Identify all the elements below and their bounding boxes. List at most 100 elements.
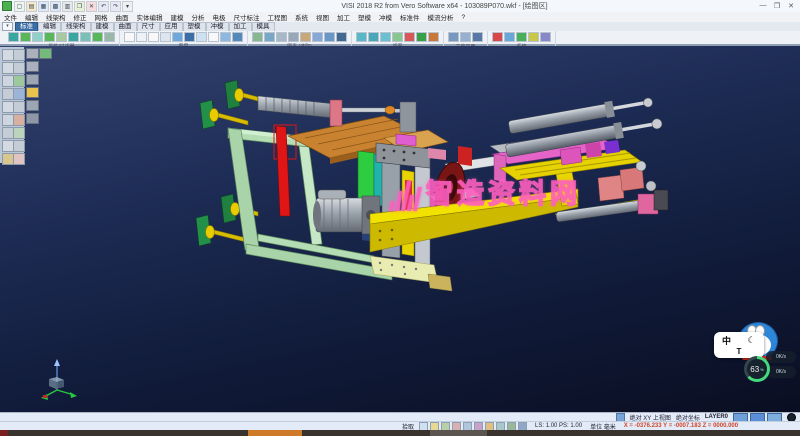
view-cube-icon[interactable] (26, 48, 39, 59)
info-icon[interactable] (516, 32, 527, 42)
ribbon-tab[interactable]: 塑模 (183, 22, 206, 31)
layer-off-icon[interactable] (160, 32, 171, 42)
dynamic-rotate-icon[interactable] (39, 48, 52, 59)
ime-overlay[interactable]: 中 ☾ T (714, 332, 764, 358)
polyline-tool-icon[interactable] (13, 88, 25, 100)
menu-item[interactable]: 线架构 (42, 12, 70, 22)
save-all-icon[interactable]: ▩ (50, 1, 61, 12)
zoom-prev-icon[interactable] (380, 32, 391, 42)
ribbon-tab[interactable]: 标准 (15, 22, 38, 31)
menu-item[interactable]: 建模 (167, 12, 188, 22)
zoom-in-icon[interactable] (26, 74, 39, 85)
ime-language-indicator[interactable]: 中 (722, 334, 731, 347)
mirror-tool-icon[interactable] (13, 127, 25, 139)
layer-manager-icon[interactable] (232, 32, 243, 42)
menu-item[interactable]: 电极 (209, 12, 230, 22)
ribbon-tab[interactable]: 尺寸 (137, 22, 160, 31)
extend-tool-icon[interactable] (13, 114, 25, 126)
save-icon[interactable]: ▦ (38, 1, 49, 12)
ribbon-tab[interactable]: 加工 (229, 22, 252, 31)
copy-icon[interactable]: ❐ (74, 1, 85, 12)
menu-item[interactable]: 系统 (291, 12, 312, 22)
wireframe-mode-icon[interactable] (26, 100, 39, 111)
select-all-icon[interactable] (324, 32, 335, 42)
layer-copy-icon[interactable] (220, 32, 231, 42)
hidden-line-icon[interactable] (26, 113, 39, 124)
filter-layer-icon[interactable] (68, 32, 79, 42)
select-layer-icon[interactable] (312, 32, 323, 42)
menu-item[interactable]: 分析 (188, 12, 209, 22)
menu-item[interactable]: 塑模 (354, 12, 375, 22)
ribbon-tab[interactable]: 冲模 (206, 22, 229, 31)
zoom-all-icon[interactable] (356, 32, 367, 42)
calculator-icon[interactable] (504, 32, 515, 42)
layer-freeze-icon[interactable] (196, 32, 207, 42)
taskbar-active-app-segment[interactable] (248, 430, 302, 436)
moon-icon[interactable]: ☾ (747, 335, 755, 346)
ribbon-tab[interactable]: 编辑 (38, 22, 61, 31)
filter-all-icon[interactable] (92, 32, 103, 42)
layer-lock-icon[interactable] (184, 32, 195, 42)
menu-item[interactable]: 工程图 (264, 12, 292, 22)
active-layer-label[interactable]: LAYER0 (705, 414, 728, 420)
taskbar[interactable] (0, 430, 800, 436)
minimize-button[interactable]: — (756, 2, 770, 10)
select-window-icon[interactable] (276, 32, 287, 42)
menu-item[interactable]: 修正 (70, 12, 91, 22)
grid-toggle-icon[interactable] (528, 32, 539, 42)
rotate-view-icon[interactable] (404, 32, 415, 42)
select-invert-icon[interactable] (336, 32, 347, 42)
box-select-icon[interactable] (13, 49, 25, 61)
select-chain-icon[interactable] (264, 32, 275, 42)
menu-item[interactable]: 加工 (333, 12, 354, 22)
menu-item[interactable]: 标准件 (396, 12, 424, 22)
menu-item[interactable]: 模流分析 (424, 12, 458, 22)
menu-item[interactable]: 尺寸标注 (230, 12, 264, 22)
delete-tool-icon[interactable] (13, 153, 25, 165)
select-poly-icon[interactable] (288, 32, 299, 42)
select-color-icon[interactable] (300, 32, 311, 42)
chamfer-tool-icon[interactable] (13, 101, 25, 113)
zoom-window-icon[interactable] (368, 32, 379, 42)
layer-list-icon[interactable] (136, 32, 147, 42)
text-tool-icon[interactable]: T (737, 347, 742, 356)
rotate-tool-icon[interactable] (13, 140, 25, 152)
select-single-icon[interactable] (252, 32, 263, 42)
undo-icon[interactable]: ↶ (98, 1, 109, 12)
filter-color-icon[interactable] (56, 32, 67, 42)
zoom-extents-icon[interactable] (26, 61, 39, 72)
linetype-attr-icon[interactable] (20, 32, 31, 42)
ribbon-tab[interactable]: 线架构 (61, 22, 91, 31)
menu-item[interactable]: 编辑 (21, 12, 42, 22)
tab-overflow-button[interactable]: ▾ (2, 22, 13, 31)
ribbon-tab[interactable]: 应用 (160, 22, 183, 31)
settings-icon[interactable] (492, 32, 503, 42)
shade-view-icon[interactable] (416, 32, 427, 42)
pan-icon[interactable] (392, 32, 403, 42)
layer-attr-icon[interactable] (32, 32, 43, 42)
layer-current-icon[interactable] (172, 32, 183, 42)
menu-item[interactable]: 曲面 (112, 12, 133, 22)
menu-item[interactable]: 实体编辑 (133, 12, 167, 22)
menu-item[interactable]: 冲模 (375, 12, 396, 22)
filter-type-icon[interactable] (80, 32, 91, 42)
layer-on-icon[interactable] (148, 32, 159, 42)
redo-icon[interactable]: ↷ (110, 1, 121, 12)
shaded-mode-icon[interactable] (26, 87, 39, 98)
maximize-button[interactable]: ❐ (770, 2, 784, 10)
menu-item[interactable]: 视图 (312, 12, 333, 22)
filter-element-icon[interactable] (44, 32, 55, 42)
viewport-3d[interactable]: 智造资料网 中 ☾ T 63% 0K/s 0K/s (0, 46, 800, 412)
layer-new-icon[interactable] (124, 32, 135, 42)
workplane-align-icon[interactable] (460, 32, 471, 42)
ribbon-tab[interactable]: 建模 (91, 22, 114, 31)
close-button[interactable]: ✕ (784, 2, 798, 10)
ribbon-tab[interactable]: 模具 (252, 22, 275, 31)
circle-tool-icon[interactable] (13, 62, 25, 74)
menu-item[interactable]: ? (458, 14, 470, 21)
ribbon-tab[interactable]: 曲面 (114, 22, 137, 31)
print-icon[interactable]: ▥ (62, 1, 73, 12)
open-file-icon[interactable]: ▤ (26, 1, 37, 12)
taskbar-app-segment[interactable] (430, 430, 487, 436)
view-list-icon[interactable] (428, 32, 439, 42)
